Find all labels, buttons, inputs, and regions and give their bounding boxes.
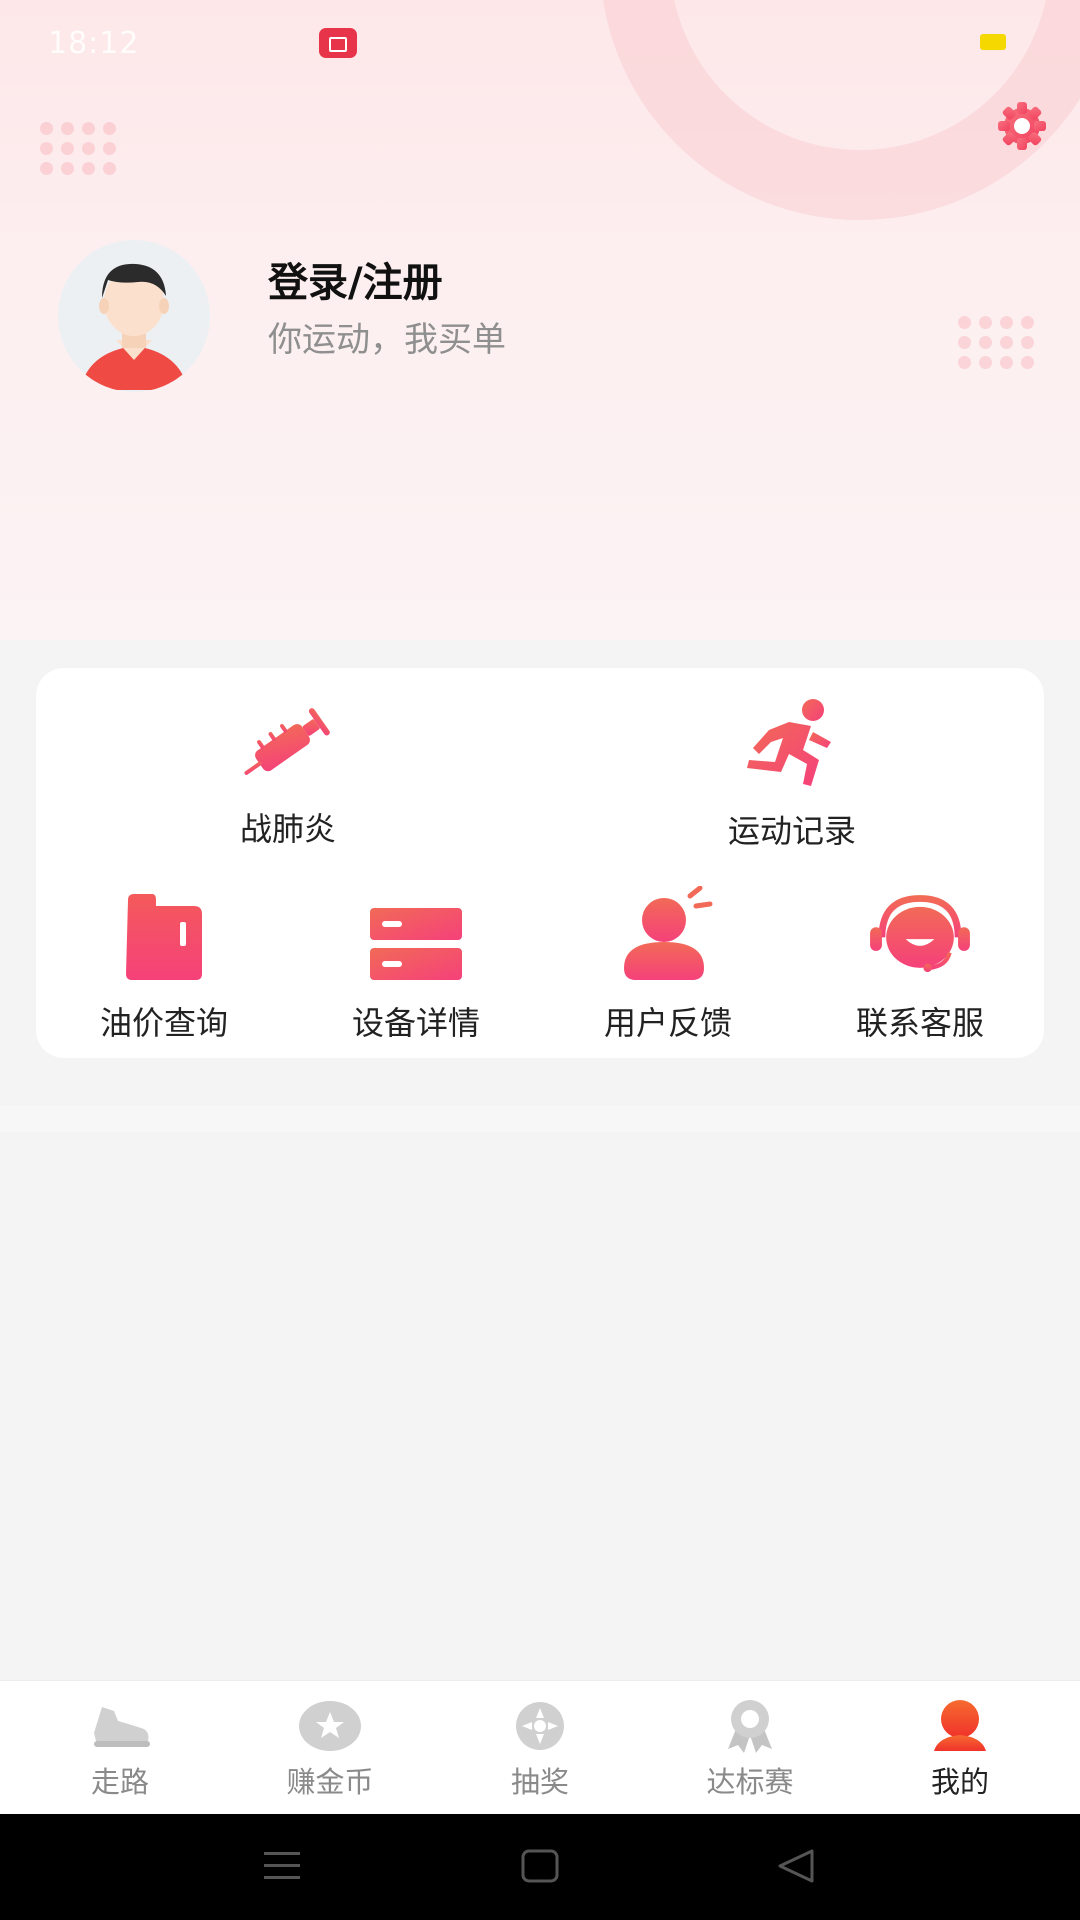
- running-icon: [747, 699, 831, 786]
- nav-walk[interactable]: 走路: [40, 1699, 200, 1801]
- menu-item-customer-service[interactable]: 联系客服: [800, 882, 1040, 1044]
- decorative-dots: [958, 316, 1035, 369]
- profile-header: 18:12 登录/注册 你运动，我买单: [0, 0, 1080, 640]
- menu-icon[interactable]: [262, 1848, 302, 1884]
- decorative-dots: [40, 122, 117, 175]
- nav-label: 我的: [930, 1765, 989, 1799]
- shoe-icon: [94, 1707, 150, 1747]
- menu-item-label: 油价查询: [99, 1004, 228, 1042]
- menu-item-user-feedback[interactable]: 用户反馈: [548, 882, 788, 1044]
- headset-icon: [870, 895, 970, 973]
- profile-slogan: 你运动，我买单: [268, 320, 506, 360]
- menu-item-label: 战肺炎: [239, 810, 336, 848]
- nav-label: 抽奖: [510, 1765, 569, 1799]
- settings-button[interactable]: [992, 96, 1052, 156]
- nav-challenge[interactable]: 达标赛: [670, 1699, 830, 1801]
- syringe-icon: [244, 708, 330, 775]
- system-navigation-bar: [0, 1814, 1080, 1920]
- menu-item-label: 运动记录: [727, 812, 856, 850]
- fuel-can-icon: [126, 894, 202, 980]
- menu-item-label: 设备详情: [351, 1004, 480, 1042]
- status-bar: 18:12: [0, 0, 1080, 90]
- lottery-wheel-icon: [516, 1702, 564, 1750]
- nav-label: 走路: [90, 1765, 149, 1799]
- nav-label: 赚金币: [286, 1765, 374, 1799]
- coin-icon: [299, 1701, 361, 1751]
- menu-item-oil-price[interactable]: 油价查询: [44, 882, 284, 1044]
- nav-earn-coins[interactable]: 赚金币: [250, 1699, 410, 1801]
- battery-icon: [980, 34, 1006, 50]
- home-icon[interactable]: [520, 1848, 560, 1884]
- avatar[interactable]: [58, 240, 210, 392]
- default-avatar-icon: [58, 240, 210, 392]
- menu-item-label: 联系客服: [855, 1004, 984, 1042]
- bottom-navigation: 走路 赚金币 抽奖 达标赛 我的: [0, 1680, 1080, 1814]
- menu-item-device-details[interactable]: 设备详情: [296, 882, 536, 1044]
- nav-label: 达标赛: [706, 1765, 794, 1799]
- menu-item-label: 用户反馈: [603, 1004, 732, 1042]
- status-time: 18:12: [48, 26, 140, 61]
- device-list-icon: [370, 908, 462, 980]
- user-icon: [934, 1700, 986, 1751]
- feedback-user-icon: [624, 886, 713, 980]
- section-divider: [0, 1106, 1080, 1132]
- screen-record-icon: [319, 28, 357, 58]
- login-register-link[interactable]: 登录/注册: [268, 250, 443, 308]
- gear-icon: [998, 102, 1046, 150]
- menu-item-fight-pneumonia[interactable]: 战肺炎: [168, 688, 408, 850]
- medal-icon: [728, 1700, 772, 1753]
- menu-item-exercise-record[interactable]: 运动记录: [672, 690, 912, 852]
- nav-lottery[interactable]: 抽奖: [460, 1699, 620, 1801]
- feature-menu-card: 战肺炎 运动记录 油价查询 设备详情 用户反馈 联系客服: [36, 668, 1044, 1058]
- back-icon[interactable]: [776, 1848, 816, 1884]
- nav-mine[interactable]: 我的: [880, 1699, 1040, 1801]
